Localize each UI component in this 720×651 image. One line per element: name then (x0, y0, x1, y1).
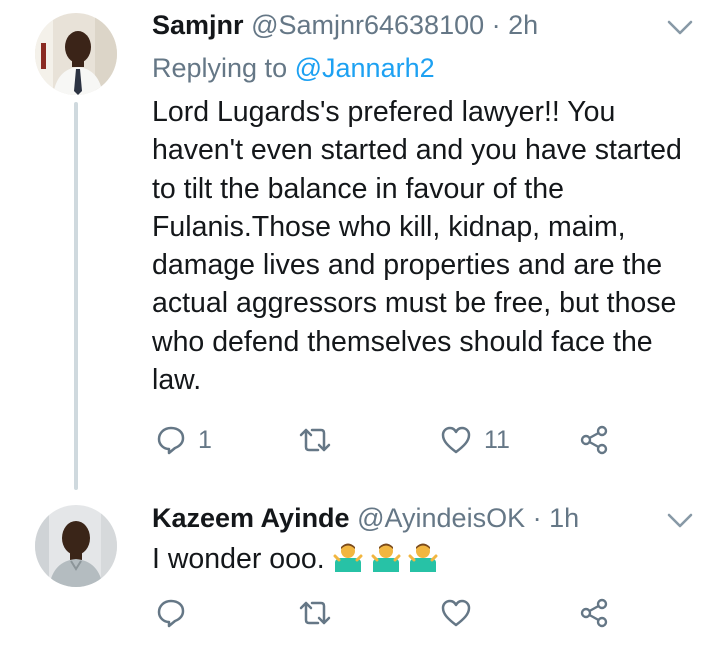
timestamp[interactable]: 2h (508, 10, 538, 40)
replying-mention-link[interactable]: @Jannarh2 (295, 53, 435, 83)
reply-icon (157, 426, 185, 455)
separator-dot: · (532, 503, 542, 533)
retweet-icon (299, 428, 331, 452)
man-shrugging-icon (408, 543, 438, 572)
like-button[interactable]: 11 (440, 420, 510, 460)
thread-line (74, 102, 78, 490)
like-icon (441, 426, 471, 454)
reply-count: 1 (198, 425, 212, 454)
avatar[interactable] (35, 13, 117, 95)
chevron-down-icon[interactable] (666, 511, 694, 531)
timestamp[interactable]: 1h (549, 503, 579, 533)
tweet-2[interactable]: Kazeem Ayinde @AyindeisOK · 1h I wonder … (0, 490, 720, 651)
share-button[interactable] (579, 593, 609, 633)
user-handle[interactable]: @Samjnr64638100 (251, 10, 484, 40)
reply-icon (157, 599, 185, 628)
user-handle[interactable]: @AyindeisOK (357, 503, 525, 533)
display-name[interactable]: Kazeem Ayinde (152, 503, 350, 533)
chevron-down-icon[interactable] (666, 18, 694, 38)
avatar[interactable] (35, 505, 117, 587)
display-name[interactable]: Samjnr (152, 10, 244, 40)
retweet-button[interactable] (298, 593, 332, 633)
tweet-text: Lord Lugards's prefered lawyer!! You hav… (152, 96, 682, 397)
share-icon (580, 425, 608, 455)
share-icon (580, 598, 608, 628)
tweet-1[interactable]: Samjnr @Samjnr64638100 · 2h Replying to … (0, 0, 720, 490)
share-button[interactable] (579, 420, 609, 460)
like-count: 11 (484, 425, 510, 454)
tweet-text-content: I wonder ooo. (152, 543, 325, 575)
reply-button[interactable]: 1 (156, 420, 212, 460)
tweet-actions: 1 11 (152, 420, 672, 460)
tweet-header: Kazeem Ayinde @AyindeisOK · 1h (152, 502, 579, 534)
man-shrugging-icon (371, 543, 401, 572)
emoji-row (333, 543, 439, 575)
like-button[interactable] (440, 593, 472, 633)
replying-prefix: Replying to (152, 53, 288, 83)
reply-button[interactable] (156, 593, 198, 633)
tweet-header: Samjnr @Samjnr64638100 · 2h (152, 9, 538, 41)
man-shrugging-icon (333, 543, 363, 572)
retweet-icon (299, 601, 331, 625)
tweet-actions (152, 593, 672, 633)
like-icon (441, 599, 471, 627)
replying-to: Replying to @Jannarh2 (152, 52, 435, 84)
tweet-text: I wonder ooo. (152, 540, 707, 578)
separator-dot: · (491, 10, 501, 40)
retweet-button[interactable] (298, 420, 332, 460)
